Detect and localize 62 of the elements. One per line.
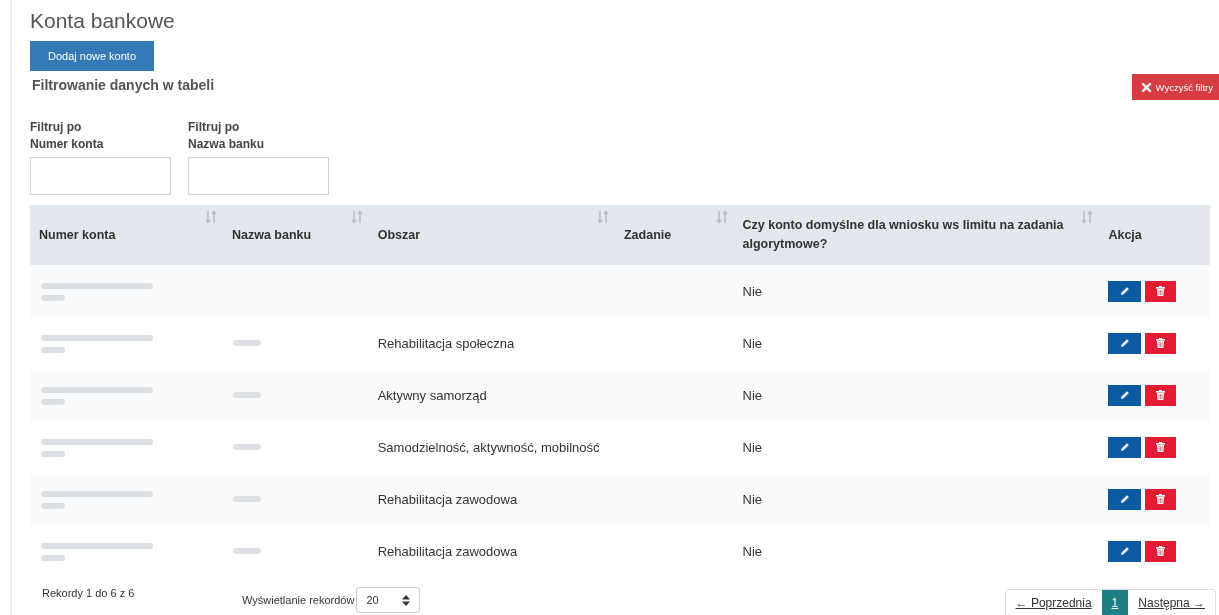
page-title: Konta bankowe <box>30 8 176 34</box>
page-size-label: Wyświetlanie rekordów <box>242 594 355 606</box>
edit-button[interactable] <box>1108 332 1142 354</box>
trash-icon <box>1156 546 1166 556</box>
add-account-button[interactable]: Dodaj nowe konto <box>30 41 154 71</box>
table-cell: Rehabilitacja zawodowa <box>377 543 518 559</box>
sort-icon <box>596 210 609 224</box>
sort-icon <box>350 210 363 224</box>
clear-filters-button[interactable]: Wyczyść filtry <box>1131 74 1219 100</box>
records-info: Rekordy 1 do 6 z 6 <box>42 587 136 599</box>
previous-page-link[interactable]: ← Poprzednia <box>1005 590 1102 615</box>
sort-caret-icon <box>402 594 411 606</box>
filter-label: Filtruj po Numer konta <box>30 119 105 153</box>
filter-input[interactable] <box>188 157 329 195</box>
table-cell: Rehabilitacja zawodowa <box>377 491 518 507</box>
trash-icon <box>1156 390 1166 400</box>
table-cell: Nie <box>742 283 763 299</box>
table-cell: Aktywny samorząd <box>377 387 487 403</box>
sort-icon <box>715 210 728 224</box>
next-page-link[interactable]: Następna → <box>1128 590 1215 615</box>
table-cell: Nie <box>742 335 763 351</box>
table-cell: Rehabilitacja społeczna <box>377 335 515 351</box>
page-size-select[interactable]: 20 <box>356 587 421 613</box>
filter-input[interactable] <box>30 157 171 195</box>
trash-icon <box>1156 442 1166 452</box>
trash-icon <box>1156 338 1166 348</box>
delete-button[interactable] <box>1145 384 1177 406</box>
table-cell: Nie <box>742 387 763 403</box>
column-header[interactable]: Czy konto domyślne dla wniosku ws limitu na zadania algorytmowe? <box>733 205 1100 265</box>
pencil-icon <box>1119 494 1130 504</box>
delete-button[interactable] <box>1145 280 1177 302</box>
edit-button[interactable] <box>1108 540 1142 562</box>
filter-heading: Filtrowanie danych w tabeli <box>31 77 215 93</box>
delete-button[interactable] <box>1145 540 1177 562</box>
pencil-icon <box>1119 286 1130 296</box>
table-cell: Samodzielność, aktywność, mobilność <box>377 439 600 455</box>
column-header: Akcja <box>1099 205 1210 265</box>
edit-button[interactable] <box>1108 436 1142 458</box>
edit-button[interactable] <box>1108 488 1142 510</box>
close-icon <box>1141 82 1151 92</box>
delete-button[interactable] <box>1145 436 1177 458</box>
table-cell: Nie <box>742 543 763 559</box>
table-cell: Nie <box>742 491 763 507</box>
column-header[interactable]: Obszar <box>368 205 615 265</box>
sort-icon <box>204 210 217 224</box>
pencil-icon <box>1119 442 1130 452</box>
pencil-icon <box>1119 390 1130 400</box>
delete-button[interactable] <box>1145 332 1177 354</box>
pencil-icon <box>1119 338 1130 348</box>
trash-icon <box>1156 286 1166 296</box>
trash-icon <box>1156 494 1166 504</box>
pencil-icon <box>1119 546 1130 556</box>
edit-button[interactable] <box>1108 384 1142 406</box>
column-header[interactable]: Numer konta <box>30 205 223 265</box>
table-cell: Nie <box>742 439 763 455</box>
edit-button[interactable] <box>1108 280 1142 302</box>
delete-button[interactable] <box>1145 488 1177 510</box>
page-number-link[interactable]: 1 <box>1101 590 1129 615</box>
column-header[interactable]: Nazwa banku <box>222 205 369 265</box>
sort-icon <box>1081 210 1094 224</box>
filter-label: Filtruj po Nazwa banku <box>188 119 266 153</box>
column-header[interactable]: Zadanie <box>614 205 734 265</box>
